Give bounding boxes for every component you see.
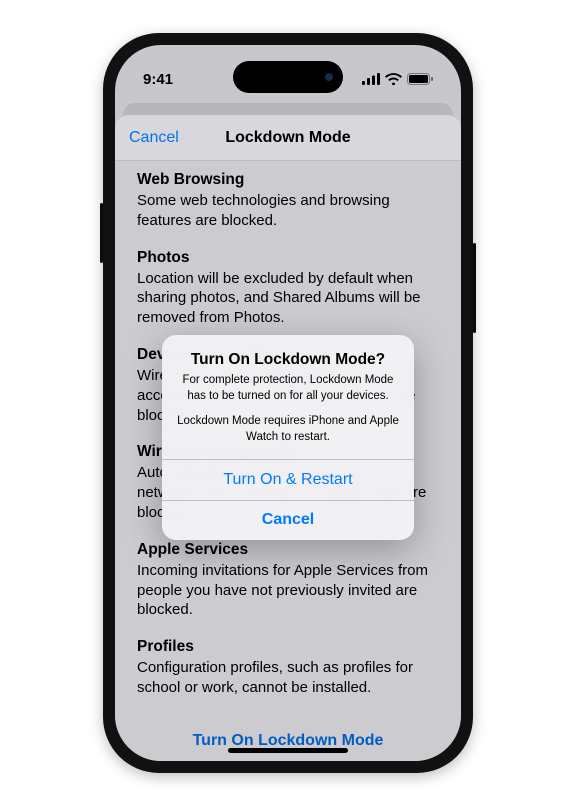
alert-body: Turn On Lockdown Mode? For complete prot… xyxy=(162,335,414,459)
battery-icon xyxy=(407,73,433,85)
turn-on-restart-button[interactable]: Turn On & Restart xyxy=(162,460,414,500)
camera-dot xyxy=(325,73,333,81)
home-indicator[interactable] xyxy=(228,748,348,753)
wifi-icon xyxy=(385,73,402,85)
alert-message-2: Lockdown Mode requires iPhone and Apple … xyxy=(176,414,400,445)
alert-title: Turn On Lockdown Mode? xyxy=(176,351,400,369)
confirm-alert: Turn On Lockdown Mode? For complete prot… xyxy=(162,335,414,540)
screen: 9:41 Cancel Lockdown Mode Web Browsing S… xyxy=(115,45,461,761)
alert-cancel-button[interactable]: Cancel xyxy=(162,500,414,540)
alert-message-1: For complete protection, Lockdown Mode h… xyxy=(176,373,400,404)
cellular-icon xyxy=(362,73,380,85)
status-right xyxy=(362,73,433,85)
phone-frame: 9:41 Cancel Lockdown Mode Web Browsing S… xyxy=(103,33,473,773)
dynamic-island xyxy=(233,61,343,93)
status-time: 9:41 xyxy=(143,71,173,88)
